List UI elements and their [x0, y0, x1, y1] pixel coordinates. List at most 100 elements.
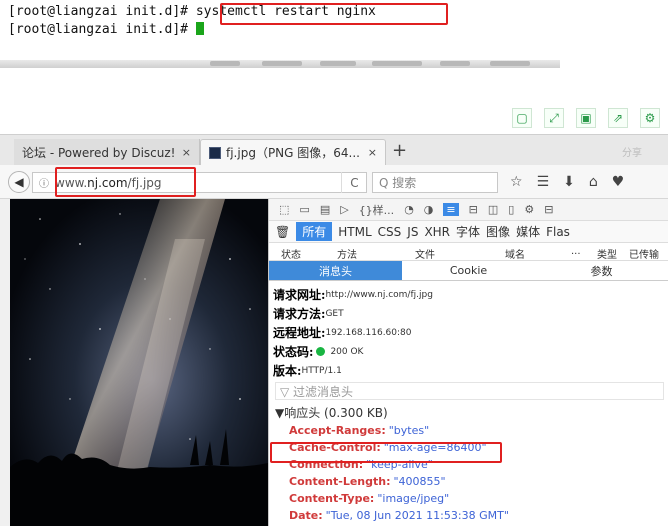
performance-icon[interactable]: ◔	[404, 203, 414, 216]
debugger-icon[interactable]: ▤	[320, 203, 330, 216]
request-column-headers: 状态 方法 文件 域名 ... 类型 已传输	[269, 243, 668, 261]
detail-tabs: 消息头 Cookie 参数	[269, 261, 668, 281]
reading-list-icon[interactable]: ☰	[537, 174, 550, 190]
style-icon[interactable]: ▷	[340, 203, 348, 216]
fullscreen-icon[interactable]: ⤢	[544, 108, 564, 128]
column-method[interactable]: 方法	[337, 246, 357, 261]
column-ellipsis[interactable]: ...	[571, 246, 581, 257]
header-name: Accept-Ranges:	[289, 424, 386, 437]
floating-toolbar: ▢ ⤢ ▣ ⇗ ⚙	[512, 108, 660, 128]
filter-xhr[interactable]: XHR	[424, 225, 450, 239]
search-input[interactable]: Q 搜索	[372, 172, 498, 193]
header-value: "Tue, 08 Jun 2021 11:53:38 GMT"	[325, 509, 509, 522]
request-url-row: 请求网址: http://www.nj.com/fj.jpg	[273, 285, 664, 304]
tab-forum[interactable]: 论坛 - Powered by Discuz! ×	[14, 139, 200, 165]
filter-images[interactable]: 图像	[486, 223, 510, 240]
milky-way-image	[10, 199, 268, 526]
filter-fonts[interactable]: 字体	[456, 223, 480, 240]
status-code-row: 状态码: 200 OK	[273, 342, 664, 361]
back-button[interactable]: ◀	[8, 171, 30, 193]
image-favicon-icon	[209, 146, 221, 159]
settings-icon[interactable]: ⚙	[524, 203, 534, 216]
toolbar-icons: ☆ ☰ ⬇ ⌂ ♥	[510, 174, 624, 190]
filter-headers-input[interactable]: ▽ 过滤消息头	[275, 382, 664, 400]
devtools-toolbar: ⬚ ▭ ▤ ▷ {}样... ◔ ◑ ≡ ⊟ ◫ ▯ ⚙ ⊟	[269, 199, 668, 221]
image-viewport	[10, 199, 268, 526]
status-code-value: 200 OK	[330, 346, 364, 357]
version-row: 版本: HTTP/1.1	[273, 361, 664, 380]
column-status[interactable]: 状态	[281, 246, 301, 261]
filter-media[interactable]: 媒体	[516, 223, 540, 240]
reload-button[interactable]: C	[341, 172, 367, 193]
request-url-value: http://www.nj.com/fj.jpg	[325, 289, 433, 300]
window-icon[interactable]: ▢	[512, 108, 532, 128]
console-icon[interactable]: ▭	[299, 203, 309, 216]
column-type[interactable]: 类型	[597, 246, 617, 261]
request-method-label: 请求方法:	[273, 307, 326, 321]
info-icon[interactable]: ⓘ	[39, 175, 49, 190]
home-icon[interactable]: ⌂	[589, 174, 598, 190]
header-accept-ranges: Accept-Ranges: "bytes"	[273, 422, 664, 439]
filter-all[interactable]: 所有	[296, 222, 333, 241]
bookmark-star-icon[interactable]: ☆	[510, 174, 523, 190]
share-icon[interactable]: ⇗	[608, 108, 628, 128]
tab-headers[interactable]: 消息头	[269, 261, 402, 280]
tab-label: 论坛 - Powered by Discuz!	[22, 145, 176, 160]
header-date: Date: "Tue, 08 Jun 2021 11:53:38 GMT"	[273, 507, 664, 524]
header-name: Content-Length:	[289, 475, 391, 488]
remote-address-label: 远程地址:	[273, 326, 326, 340]
tab-params[interactable]: 参数	[535, 261, 668, 280]
memory-icon[interactable]: ◑	[424, 203, 434, 216]
remote-address-row: 远程地址: 192.168.116.60:80	[273, 323, 664, 342]
header-name: Date:	[289, 509, 323, 522]
tab-cookie[interactable]: Cookie	[402, 261, 535, 280]
filter-html[interactable]: HTML	[338, 225, 371, 239]
header-value: "400855"	[393, 475, 446, 488]
headers-panel: 请求网址: http://www.nj.com/fj.jpg 请求方法: GET 远…	[269, 281, 668, 526]
screenshot: [root@liangzai init.d]# systemctl restar…	[0, 0, 668, 526]
terminal-prompt: [root@liangzai init.d]#	[8, 4, 196, 19]
filter-js[interactable]: JS	[407, 225, 418, 239]
blurred-taskbar	[0, 60, 560, 68]
status-ok-icon	[316, 347, 326, 356]
header-name: Content-Type:	[289, 492, 375, 505]
filter-css[interactable]: CSS	[378, 225, 402, 239]
header-value: "bytes"	[388, 424, 430, 437]
column-file[interactable]: 文件	[415, 246, 435, 261]
column-domain[interactable]: 域名	[505, 246, 525, 261]
highlight-cache-control	[270, 442, 502, 463]
filter-flash[interactable]: Flas	[546, 225, 570, 239]
save-icon[interactable]: ▣	[576, 108, 596, 128]
tab-image[interactable]: fj.jpg（PNG 图像，64... ×	[200, 139, 386, 165]
status-code-label: 状态码:	[273, 345, 314, 359]
download-icon[interactable]: ⬇	[563, 174, 575, 190]
layout-icon[interactable]: ◫	[488, 203, 498, 216]
settings-icon[interactable]: ⚙	[640, 108, 660, 128]
storage-icon[interactable]: ⊟	[469, 203, 478, 216]
pocket-icon[interactable]: ♥	[612, 174, 625, 190]
header-content-type: Content-Type: "image/jpeg"	[273, 490, 664, 507]
close-icon[interactable]: ×	[182, 146, 191, 159]
terminal-cursor	[195, 22, 204, 35]
request-method-value: GET	[325, 308, 344, 319]
network-icon[interactable]: ≡	[443, 203, 459, 216]
new-tab-button[interactable]: +	[392, 140, 407, 161]
version-value: HTTP/1.1	[301, 365, 342, 376]
inspector-icon[interactable]: ⬚	[279, 203, 289, 216]
highlight-command	[220, 3, 448, 25]
request-url-label: 请求网址:	[273, 288, 326, 302]
column-transferred[interactable]: 已传输	[629, 246, 659, 261]
tab-label: fj.jpg（PNG 图像，64...	[226, 146, 360, 160]
trash-icon[interactable]: 🗑	[275, 225, 290, 239]
version-label: 版本:	[273, 364, 302, 378]
devtools-panel: ⬚ ▭ ▤ ▷ {}样... ◔ ◑ ≡ ⊟ ◫ ▯ ⚙ ⊟ 🗑 所有 HTML…	[268, 199, 668, 526]
faded-text: 分享	[622, 148, 642, 159]
terminal-prompt: [root@liangzai init.d]#	[8, 22, 196, 37]
dock-icon[interactable]: ⊟	[544, 203, 553, 216]
trash-icon[interactable]: ▯	[508, 203, 514, 216]
header-content-length: Content-Length: "400855"	[273, 473, 664, 490]
close-icon[interactable]: ×	[368, 146, 377, 159]
style-editor-tab[interactable]: {}样...	[359, 202, 395, 218]
tab-bar: 论坛 - Powered by Discuz! × fj.jpg（PNG 图像，…	[0, 135, 668, 165]
response-headers-toggle[interactable]: ▼响应头 (0.300 KB)	[273, 402, 664, 422]
